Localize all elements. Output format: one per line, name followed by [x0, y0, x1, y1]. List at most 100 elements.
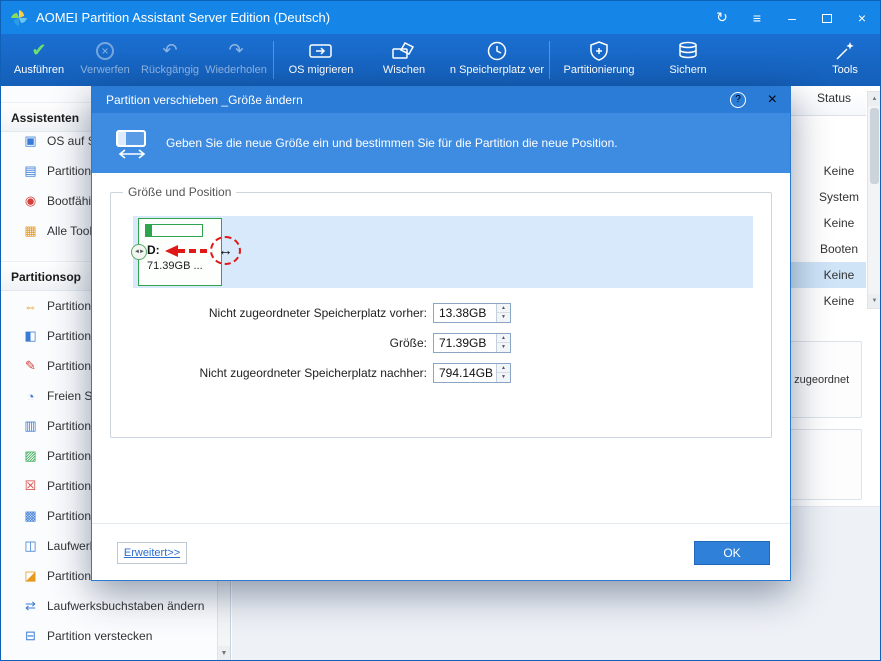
spinner-down-button[interactable]: ▼ [497, 373, 510, 382]
section-title: Assistenten [11, 111, 80, 125]
copy-icon: ▨ [24, 448, 37, 463]
sidebar-item-change-drive-letter[interactable]: ⇄ Laufwerksbuchstaben ändern [1, 591, 217, 621]
migrate-os-button[interactable]: OS migrieren [279, 37, 363, 83]
down-arrow-icon: ▼ [501, 344, 506, 350]
titlebar: AOMEI Partition Assistant Server Edition… [1, 1, 880, 34]
toolbar-label: Tools [832, 64, 858, 76]
sidebar-item-label: Alle Tool [47, 224, 93, 238]
dialog-message: Geben Sie die neue Größe ein und bestimm… [166, 136, 618, 150]
sidebar-item-label: Partition verstecken [47, 629, 153, 643]
groupbox-label: Größe und Position [123, 185, 237, 199]
drag-hint-arrow-tail [178, 249, 207, 253]
toolbar: ✔ Ausführen × Verwerfen ↶ Rückgängig ↷ W… [1, 34, 880, 86]
resize-icon: ⇔ [24, 298, 37, 314]
handle-arrows-icon: ◄► [134, 249, 145, 255]
dialog-title: Partition verschieben _Größe ändern [106, 93, 303, 107]
format-icon: ▩ [24, 508, 37, 523]
sidebar-item-label: Partition [47, 509, 92, 523]
spinner-down-button[interactable]: ▼ [497, 313, 510, 322]
magic-wand-icon [813, 37, 877, 64]
menu-icon[interactable]: ≡ [749, 10, 765, 26]
app-logo-icon [10, 9, 28, 27]
database-icon [651, 37, 725, 64]
field-label-unallocated-after: Nicht zugeordneter Speicherplatz nachher… [199, 366, 427, 380]
scroll-down-arrow[interactable]: ▼ [218, 646, 230, 660]
sidebar-item-label: Partition [47, 569, 92, 583]
label-icon: ◪ [24, 568, 37, 583]
drag-hint-arrow [165, 245, 178, 257]
redo-button[interactable]: ↷ Wiederholen [203, 37, 269, 83]
down-arrow-icon: ▼ [501, 314, 506, 320]
left-resize-handle[interactable]: ◄► [131, 244, 147, 260]
disk-wipe-icon [367, 37, 441, 64]
os-migrate-icon: ▣ [24, 133, 37, 148]
partitioning-button[interactable]: Partitionierung [553, 37, 645, 83]
spinner-buttons: ▲ ▼ [496, 304, 510, 322]
tools-button[interactable]: Tools [813, 37, 877, 83]
dialog-header: Geben Sie die neue Größe ein und bestimm… [92, 113, 790, 173]
sidebar-item-label: Partition [47, 164, 92, 178]
field-label-unallocated-before: Nicht zugeordneter Speicherplatz vorher: [208, 306, 427, 320]
spinner-up-button[interactable]: ▲ [497, 334, 510, 343]
toolbar-label: Verwerfen [80, 64, 130, 76]
help-button[interactable]: ? [730, 92, 746, 108]
dialog-close-button[interactable]: × [768, 87, 777, 113]
field-unallocated-after: ▲ ▼ [433, 363, 511, 383]
bootable-cd-icon: ◉ [24, 193, 37, 208]
up-arrow-icon: ▲ [501, 335, 506, 341]
maximize-button[interactable] [819, 10, 835, 26]
scroll-up-arrow[interactable]: ▲ [868, 92, 880, 106]
undo-icon: ↶ [162, 40, 178, 60]
scroll-down-arrow[interactable]: ▼ [868, 294, 880, 308]
toolbar-label: n Speicherplatz ver [449, 64, 545, 76]
refresh-icon[interactable]: ↻ [714, 9, 730, 26]
down-arrow-icon: ▼ [501, 374, 506, 380]
redo-icon: ↷ [228, 40, 244, 60]
sidebar-item-label: Partition [47, 419, 92, 433]
sidebar-item-label: Partition [47, 299, 92, 313]
toolbar-separator [549, 41, 550, 79]
apply-button[interactable]: ✔ Ausführen [7, 37, 71, 83]
size-position-groupbox: Größe und Position D: 71.39GB ... ◄► ↔ N… [110, 185, 772, 438]
spinner-down-button[interactable]: ▼ [497, 343, 510, 352]
sidebar-item-label: Laufwerk [47, 539, 96, 553]
toolbar-label: OS migrieren [288, 64, 354, 76]
free-space-icon: ◔ [26, 388, 35, 404]
right-resize-handle[interactable]: ↔ [210, 236, 241, 265]
backup-button[interactable]: Sichern [651, 37, 725, 83]
up-arrow-icon: ▲ [501, 365, 506, 371]
sidebar-item-hide-partition[interactable]: ⊟ Partition verstecken [1, 621, 217, 651]
spinner-up-button[interactable]: ▲ [497, 304, 510, 313]
toolbar-label: Wiederholen [205, 64, 267, 76]
clock-icon [445, 37, 549, 64]
close-button[interactable]: × [854, 10, 870, 26]
allocate-free-space-button[interactable]: n Speicherplatz ver [445, 37, 549, 83]
partition-block[interactable]: D: 71.39GB ... ◄► ↔ [131, 218, 241, 286]
sidebar-item-label: Partition [47, 359, 92, 373]
down-arrow-icon: ▼ [871, 298, 878, 304]
status-column-header[interactable]: Status [817, 91, 851, 105]
down-arrow-icon: ▼ [220, 650, 228, 657]
advanced-button[interactable]: Erweitert>> [117, 542, 187, 564]
resize-cursor-icon: ↔ [218, 242, 233, 259]
sidebar-item-label: Partition [47, 329, 92, 343]
ok-button[interactable]: OK [694, 541, 770, 565]
undo-button[interactable]: ↶ Rückgängig [137, 37, 203, 83]
minimize-button[interactable]: – [784, 10, 800, 26]
field-unallocated-before: ▲ ▼ [433, 303, 511, 323]
section-title: Partitionsop [11, 270, 82, 284]
discard-button[interactable]: × Verwerfen [73, 37, 137, 83]
spinner-up-button[interactable]: ▲ [497, 364, 510, 373]
up-arrow-icon: ▲ [501, 305, 506, 311]
maximize-icon [822, 13, 832, 23]
delete-icon: ☒ [24, 478, 37, 493]
field-size: ▲ ▼ [433, 333, 511, 353]
scrollbar-thumb[interactable] [870, 108, 879, 184]
partition-name: D: [147, 243, 160, 257]
sidebar-item-label: Partition [47, 479, 92, 493]
sidebar-item-label: OS auf S [47, 134, 96, 148]
wipe-button[interactable]: Wischen [367, 37, 441, 83]
all-tools-icon: ▦ [24, 223, 37, 238]
disk-list-scrollbar[interactable]: ▲ ▼ [867, 91, 880, 309]
cancel-icon: × [73, 37, 137, 64]
